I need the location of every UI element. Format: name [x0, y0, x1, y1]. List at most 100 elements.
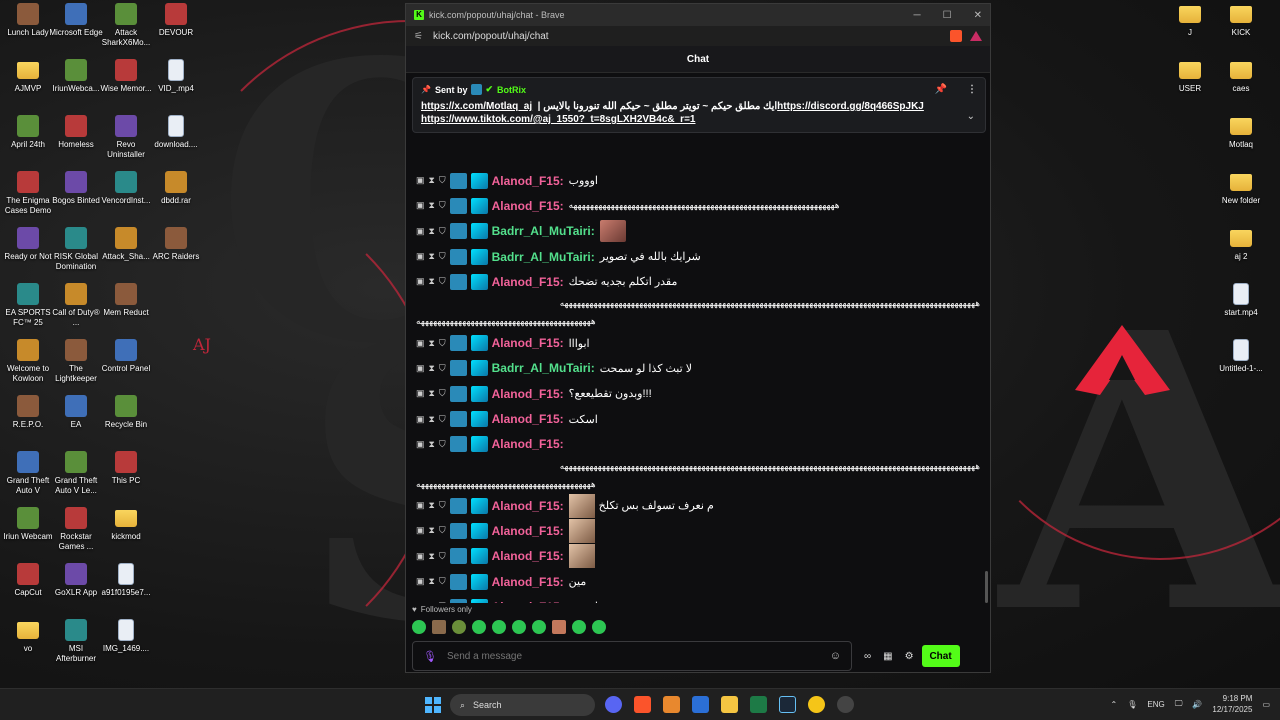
username[interactable]: Alanod_F15: [492, 575, 564, 589]
chat-message[interactable]: ▣ ⧗ ⛉ Alanod_F15: مقدر اتكلم بجديه تضحك [416, 269, 980, 294]
site-settings-icon[interactable]: ⚟ [414, 31, 423, 42]
username[interactable]: Alanod_F15: [492, 437, 564, 451]
desktop-icon[interactable]: J [1162, 3, 1218, 38]
desktop-icon[interactable]: The Lightkeeper [48, 339, 104, 384]
close-button[interactable]: ✕ [974, 10, 982, 21]
emoji-picker-icon[interactable]: ☺ [830, 650, 841, 662]
chat-message[interactable]: ▣ ⧗ ⛉ Alanod_F15: ابوااا [416, 330, 980, 355]
chat-message[interactable]: ▣ ⧗ ⛉ Alanod_F15: [416, 544, 980, 569]
emote-button[interactable] [572, 620, 586, 634]
username[interactable]: Alanod_F15: [492, 549, 564, 563]
scrollbar[interactable] [985, 153, 988, 603]
username[interactable]: Badrr_Al_MuTairi: [492, 361, 595, 375]
desktop-icon[interactable]: MSI Afterburner [48, 619, 104, 664]
chevron-down-icon[interactable]: ⌄ [967, 111, 975, 122]
desktop-icon[interactable]: GoXLR App [48, 563, 104, 598]
desktop-icon[interactable]: Homeless [48, 115, 104, 150]
store-icon[interactable]: ▦ [883, 651, 892, 662]
desktop-icon[interactable]: caes [1213, 59, 1269, 94]
chat-message[interactable]: ▣ ⧗ ⛉ Alanod_F15: اسكت [416, 406, 980, 431]
chevron-up-icon[interactable]: ⌃ [1111, 700, 1118, 709]
username[interactable]: Alanod_F15: [492, 336, 564, 350]
network-icon[interactable]: 🖵 [1175, 699, 1183, 709]
language-indicator[interactable]: ENG [1147, 700, 1164, 709]
desktop-icon[interactable]: Mem Reduct [98, 283, 154, 318]
desktop-icon[interactable]: ARC Raiders [148, 227, 204, 262]
start-button[interactable] [425, 697, 441, 713]
notifications-icon[interactable]: ▭ [1262, 700, 1270, 709]
desktop-icon[interactable]: KICK [1213, 3, 1269, 38]
emote-button[interactable] [412, 620, 426, 634]
pinned-message[interactable]: 📌 Sent by ✔ BotRix 📌 ⋮ https://x.com/Mot… [412, 77, 986, 133]
desktop-icon[interactable]: Attack_Sha... [98, 227, 154, 262]
emote-button[interactable] [492, 620, 506, 634]
chat-message[interactable]: ▣ ⧗ ⛉ Badrr_Al_MuTairi: شرايك بالله في تصوير [416, 244, 980, 269]
taskbar-search[interactable]: ⌕ Search [450, 694, 595, 716]
bot-name[interactable]: BotRix [497, 85, 526, 95]
desktop-icon[interactable]: USER [1162, 59, 1218, 94]
discord-link[interactable]: https://discord.gg/8q466SpJKJ [777, 101, 924, 112]
x-link[interactable]: https://x.com/Motlaq_aj [421, 101, 532, 112]
chat-area[interactable]: 📌 Sent by ✔ BotRix 📌 ⋮ https://x.com/Mot… [406, 73, 990, 603]
desktop-icon[interactable]: Untitled-1-... [1213, 339, 1269, 374]
emote-button[interactable] [512, 620, 526, 634]
unpin-icon[interactable]: 📌 [935, 84, 947, 95]
steam-app-icon[interactable] [779, 696, 796, 713]
goxlr-app-icon[interactable] [750, 696, 767, 713]
desktop-icon[interactable]: Microsoft Edge [48, 3, 104, 38]
desktop-icon[interactable]: New folder [1213, 171, 1269, 206]
desktop-icon[interactable]: dbdd.rar [148, 171, 204, 206]
desktop-icon[interactable]: aj 2 [1213, 227, 1269, 262]
desktop-icon[interactable]: IMG_1469.... [98, 619, 154, 654]
microphone-icon[interactable]: 🎙 [423, 650, 437, 663]
send-chat-button[interactable]: Chat [921, 645, 960, 667]
desktop-icon[interactable]: Control Panel [98, 339, 154, 374]
username[interactable]: Alanod_F15: [492, 275, 564, 289]
username[interactable]: Badrr_Al_MuTairi: [492, 224, 595, 238]
title-bar[interactable]: K kick.com/popout/uhaj/chat - Brave ─ ☐ … [406, 4, 990, 26]
desktop-icon[interactable]: RISK Global Domination [48, 227, 104, 272]
desktop-icon[interactable]: Motlaq [1213, 115, 1269, 150]
tiktok-link[interactable]: https://www.tiktok.com/@aj_1550?_t=8sgLX… [421, 114, 695, 125]
desktop-icon[interactable]: VID_.mp4 [148, 59, 204, 94]
settings-icon[interactable]: ⚙ [905, 651, 914, 662]
scrollbar-thumb[interactable] [985, 571, 988, 603]
username[interactable]: Alanod_F15: [492, 387, 564, 401]
emote-button[interactable] [432, 620, 446, 634]
username[interactable]: Alanod_F15: [492, 174, 564, 188]
desktop-icon[interactable]: start.mp4 [1213, 283, 1269, 318]
desktop-icon[interactable]: kickmod [98, 507, 154, 542]
desktop-icon[interactable]: Grand Theft Auto V Le... [48, 451, 104, 496]
chat-message[interactable]: ▣ ⧗ ⛉ Badrr_Al_MuTairi: لا تبث كذا لو سمحت [416, 356, 980, 381]
username[interactable]: Alanod_F15: [492, 499, 564, 513]
message-input-box[interactable]: 🎙 ☺ [412, 641, 852, 671]
desktop-icon[interactable]: a91f0195e7... [98, 563, 154, 598]
chat-message[interactable]: ▣ ⧗ ⛉ Badrr_Al_MuTairi: [416, 219, 980, 244]
maximize-button[interactable]: ☐ [943, 10, 952, 21]
microphone-tray-icon[interactable]: 🎙 [1127, 700, 1137, 709]
app-icon[interactable] [663, 696, 680, 713]
chat-message[interactable]: ▣ ⧗ ⛉ Alanod_F15: !!!وبدون تقطيععع؟ [416, 381, 980, 406]
username[interactable]: Badrr_Al_MuTairi: [492, 250, 595, 264]
minimize-button[interactable]: ─ [914, 10, 921, 21]
app-icon[interactable] [837, 696, 854, 713]
desktop-icon[interactable]: VencordInst... [98, 171, 154, 206]
more-options-icon[interactable]: ⋮ [967, 84, 977, 95]
desktop-icon[interactable]: IriunWebca... [48, 59, 104, 94]
discord-app-icon[interactable] [605, 696, 622, 713]
file-explorer-icon[interactable] [721, 696, 738, 713]
desktop-icon[interactable]: Bogos Binted [48, 171, 104, 206]
username[interactable]: Alanod_F15: [492, 199, 564, 213]
emote-button[interactable] [472, 620, 486, 634]
desktop-icon[interactable]: This PC [98, 451, 154, 486]
chat-message[interactable]: ▣ ⧗ ⛉ Alanod_F15: هههههههههههههههههههههههههه… [416, 193, 980, 218]
url-text[interactable]: kick.com/popout/uhaj/chat [433, 31, 549, 42]
kicks-icon[interactable]: ∞ [864, 651, 871, 662]
brave-app-icon[interactable] [634, 696, 651, 713]
emote-button[interactable] [532, 620, 546, 634]
desktop-icon[interactable]: EA [48, 395, 104, 430]
desktop-icon[interactable]: Revo Uninstaller [98, 115, 154, 160]
desktop-icon[interactable]: DEVOUR [148, 3, 204, 38]
emote-button[interactable] [552, 620, 566, 634]
address-bar[interactable]: ⚟ kick.com/popout/uhaj/chat [406, 26, 990, 46]
